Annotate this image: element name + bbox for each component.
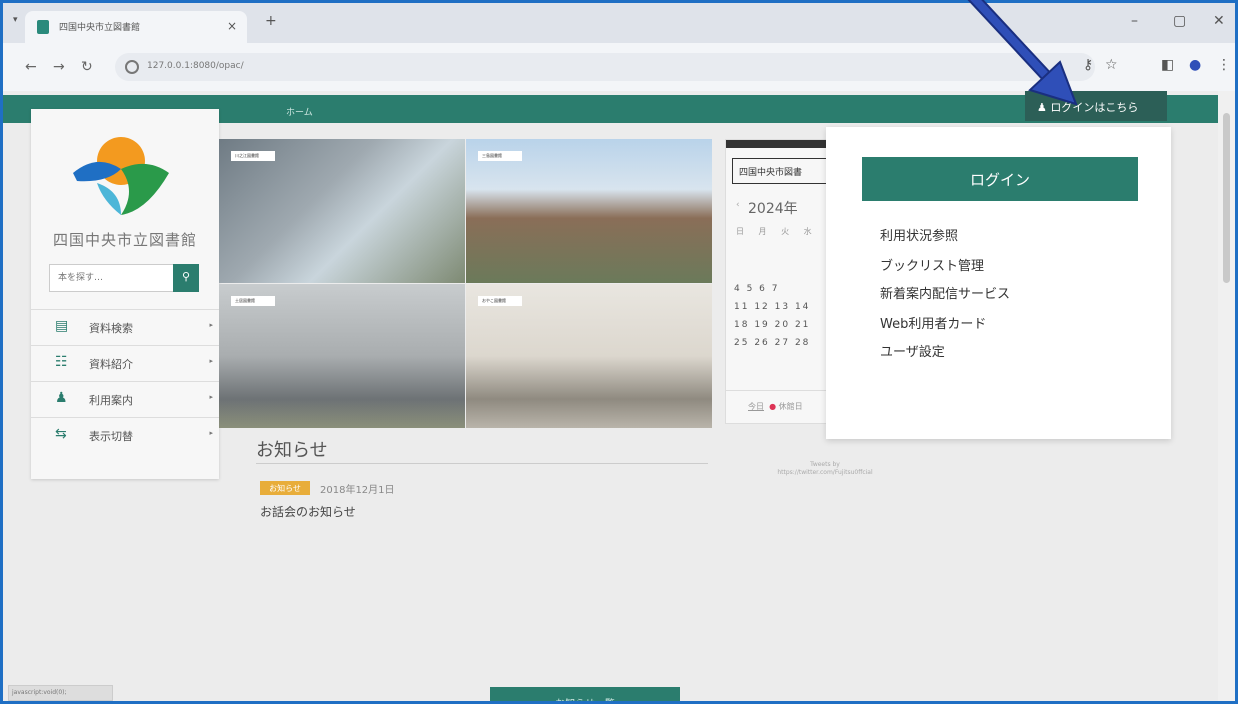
sidebar-item-search[interactable]: ▤ 資料検索 ▸ — [31, 309, 219, 345]
library-name: 四国中央市立図書館 — [52, 231, 197, 249]
site-info-icon[interactable] — [125, 60, 139, 74]
calendar-legend: 今日 ● 休館日 — [726, 390, 832, 423]
browser-window: ▾ 四国中央市立図書館 × + – ▢ ✕ ← → ↻ 127.0.0.1:80… — [0, 0, 1238, 704]
calendar-week-row: 18 19 20 21 — [734, 320, 811, 330]
sidebar-item-label: 資料検索 — [89, 322, 133, 335]
sidebar-item-label: 資料紹介 — [89, 358, 133, 371]
prev-month-icon[interactable]: ‹ — [736, 200, 740, 210]
login-button[interactable]: ログイン — [862, 157, 1138, 201]
news-list-button[interactable]: お知らせ一覧 — [490, 687, 680, 701]
search-icon[interactable]: ⚲ — [173, 264, 199, 292]
user-icon: ♟ — [1037, 101, 1051, 114]
login-dropdown: ログイン 利用状況参照 ブックリスト管理 新着案内配信サービス Web利用者カー… — [826, 127, 1171, 439]
book-open-icon: ☷ — [55, 354, 68, 370]
menu-item-booklist[interactable]: ブックリスト管理 — [880, 255, 984, 274]
address-bar[interactable]: 127.0.0.1:8080/opac/ — [115, 53, 1095, 81]
sidebar-item-display[interactable]: ⇆ 表示切替 ▸ — [31, 417, 219, 453]
status-bar: javascript:void(0); — [8, 685, 113, 701]
sidebar-item-label: 表示切替 — [89, 430, 133, 443]
calendar-widget: 四国中央市図書 ‹ 2024年 日 月 火 水 4 5 6 7 11 12 13… — [725, 139, 833, 424]
tab-title: 四国中央市立図書館 — [59, 23, 141, 33]
minimize-button[interactable]: – — [1131, 13, 1138, 29]
library-photo[interactable]: 土居図書館 — [219, 284, 465, 428]
calendar-weekdays: 日 月 火 水 — [736, 227, 818, 236]
library-photo[interactable]: 川之江図書館 — [219, 139, 465, 283]
menu-item-web-card[interactable]: Web利用者カード — [880, 313, 986, 332]
calendar-library-name: 四国中央市図書 — [732, 158, 832, 184]
today-link[interactable]: 今日 — [748, 402, 764, 411]
sidebar-item-guide[interactable]: ♟ 利用案内 ▸ — [31, 381, 219, 417]
url-text: 127.0.0.1:8080/opac/ — [147, 61, 244, 71]
sidepanel-icon[interactable]: ◧ — [1161, 57, 1174, 73]
search-box: ⚲ — [49, 264, 199, 292]
calendar-header-bar — [726, 140, 832, 148]
library-logo — [73, 137, 169, 215]
switch-icon: ⇆ — [55, 426, 67, 442]
browser-tab[interactable]: 四国中央市立図書館 × — [25, 11, 247, 43]
news-heading: お知らせ — [256, 440, 328, 461]
library-photo[interactable]: おやこ図書館 — [466, 284, 712, 428]
calendar-year: 2024年 — [748, 201, 798, 217]
address-toolbar: ← → ↻ 127.0.0.1:8080/opac/ ⚷ ☆ ◧ ● ⋮ — [3, 43, 1235, 91]
photo-label: 三島図書館 — [478, 151, 522, 161]
close-tab-icon[interactable]: × — [227, 19, 237, 33]
news-date: 2018年12月1日 — [320, 485, 395, 496]
news-title-link[interactable]: お話会のお知らせ — [260, 503, 356, 520]
menu-item-new-arrivals[interactable]: 新着案内配信サービス — [880, 283, 1010, 302]
scrollbar[interactable] — [1218, 91, 1235, 701]
calendar-week-row: 25 26 27 28 — [734, 338, 811, 348]
closed-day-label: 休館日 — [778, 402, 803, 411]
person-icon: ♟ — [55, 390, 68, 406]
divider — [256, 463, 708, 464]
login-toggle-label: ログインはこちら — [1050, 101, 1139, 114]
forward-icon[interactable]: → — [53, 59, 65, 75]
chevron-right-icon: ▸ — [209, 321, 213, 329]
closed-day-dot-icon: ● — [766, 402, 777, 411]
page-content: ホーム ♟ ログインはこちら 四国中央市立図書館 ⚲ ▤ 資料検索 ▸ — [3, 91, 1221, 701]
chevron-right-icon: ▸ — [209, 357, 213, 365]
menu-item-user-settings[interactable]: ユーザ設定 — [880, 341, 945, 360]
favicon-icon — [37, 20, 49, 34]
photo-label: 土居図書館 — [231, 296, 275, 306]
profile-icon[interactable]: ● — [1189, 57, 1201, 73]
restore-button[interactable]: ▢ — [1173, 13, 1186, 29]
reload-icon[interactable]: ↻ — [81, 59, 93, 75]
close-window-button[interactable]: ✕ — [1213, 13, 1225, 29]
chevron-right-icon: ▸ — [209, 429, 213, 437]
new-tab-button[interactable]: + — [265, 13, 277, 29]
tab-list-icon[interactable]: ▾ — [13, 15, 18, 25]
library-photo-grid: 川之江図書館 三島図書館 土居図書館 おやこ図書館 — [219, 139, 712, 428]
calendar-week-row: 4 5 6 7 — [734, 284, 780, 294]
home-link[interactable]: ホーム — [286, 105, 313, 118]
sidebar: 四国中央市立図書館 ⚲ ▤ 資料検索 ▸ ☷ 資料紹介 ▸ ♟ 利用案内 ▸ ⇆ — [31, 109, 219, 479]
back-icon[interactable]: ← — [25, 59, 37, 75]
photo-label: おやこ図書館 — [478, 296, 522, 306]
tweets-link[interactable]: https://twitter.com/Fujitsu0ffcial — [725, 469, 925, 477]
document-search-icon: ▤ — [55, 318, 69, 334]
scrollbar-thumb[interactable] — [1223, 113, 1230, 283]
search-input[interactable] — [50, 265, 160, 291]
menu-item-usage[interactable]: 利用状況参照 — [880, 225, 958, 244]
menu-icon[interactable]: ⋮ — [1217, 57, 1231, 73]
library-photo[interactable]: 三島図書館 — [466, 139, 712, 283]
tweets-heading: Tweets by — [810, 461, 840, 468]
key-icon[interactable]: ⚷ — [1083, 57, 1093, 73]
login-toggle-button[interactable]: ♟ ログインはこちら — [1025, 91, 1167, 121]
twitter-timeline: Tweets by https://twitter.com/Fujitsu0ff… — [725, 461, 925, 477]
news-badge: お知らせ — [260, 481, 310, 495]
tab-bar: ▾ 四国中央市立図書館 × + – ▢ ✕ — [3, 3, 1235, 43]
sidebar-item-label: 利用案内 — [89, 394, 133, 407]
calendar-week-row: 11 12 13 14 — [734, 302, 811, 312]
star-icon[interactable]: ☆ — [1105, 57, 1118, 73]
chevron-right-icon: ▸ — [209, 393, 213, 401]
photo-label: 川之江図書館 — [231, 151, 275, 161]
sidebar-item-introduction[interactable]: ☷ 資料紹介 ▸ — [31, 345, 219, 381]
